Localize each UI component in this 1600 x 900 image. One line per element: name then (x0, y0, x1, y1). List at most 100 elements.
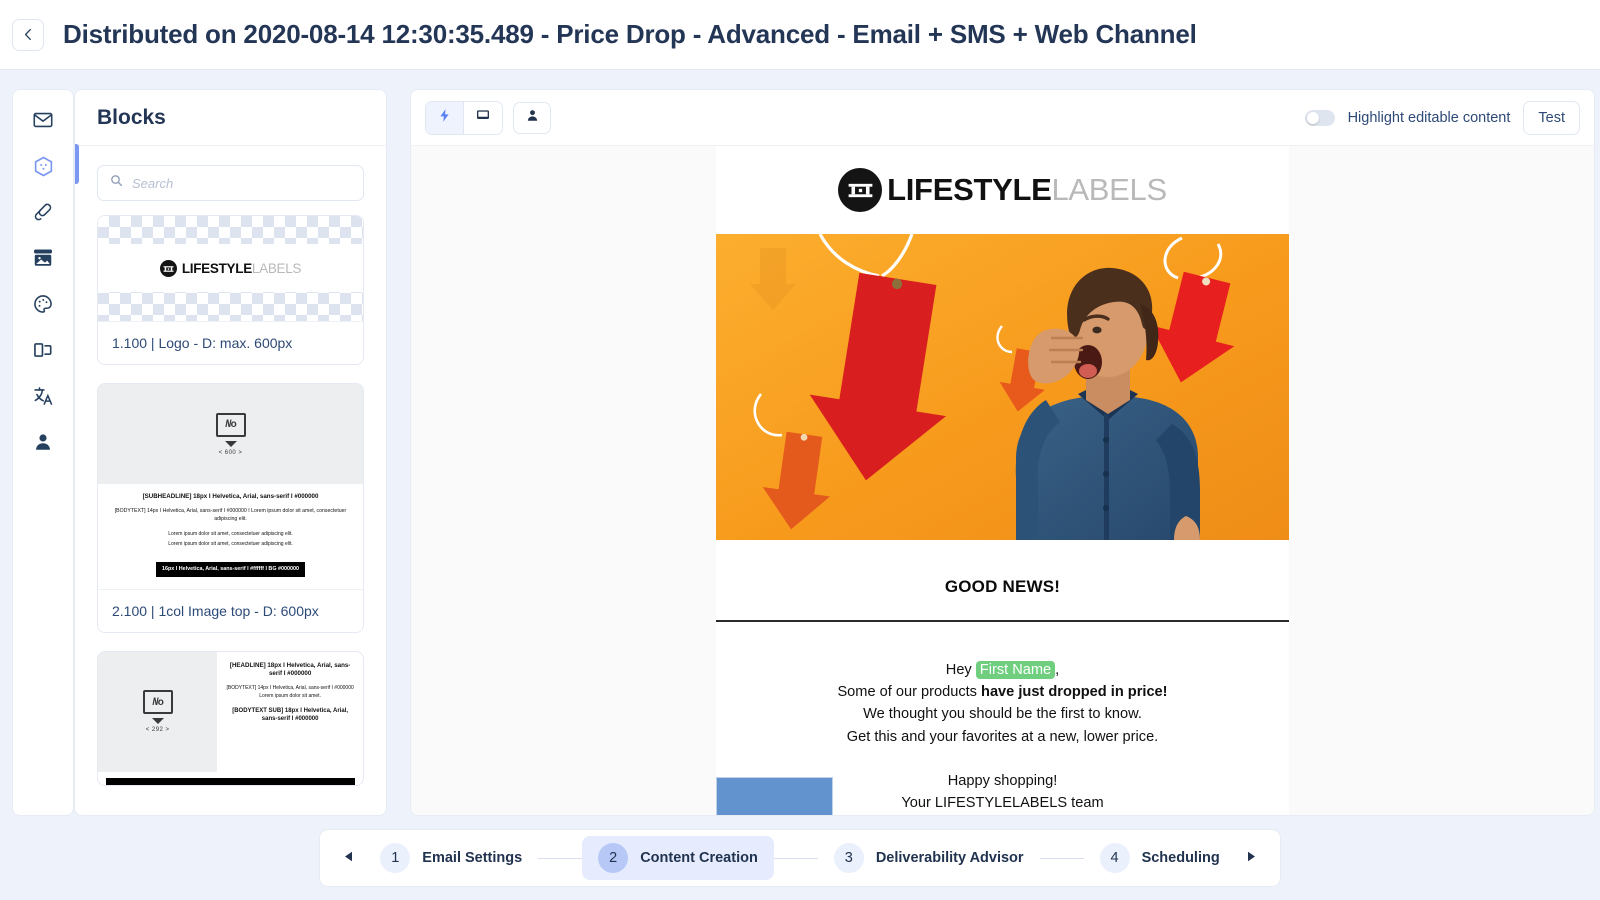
step-number: 2 (598, 843, 629, 873)
rail-item-styles[interactable] (21, 288, 65, 320)
block-card-1col-image-top[interactable]: /\/o < 600 > [SUBHEADLINE] 18px I Helvet… (97, 383, 364, 633)
stepper-prev-button[interactable] (334, 849, 364, 867)
email-line-3: We thought you should be the first to kn… (863, 706, 1142, 723)
test-button[interactable]: Test (1523, 100, 1580, 135)
step-deliverability-advisor[interactable]: 3 Deliverability Advisor (818, 836, 1040, 880)
page-title: Distributed on 2020-08-14 12:30:35.489 -… (63, 19, 1197, 49)
block-preview-logo: LIFESTYLELABELS (98, 216, 363, 321)
email-headline: GOOD NEWS! (944, 577, 1061, 596)
step-separator (538, 857, 583, 859)
block-text-area: [SUBHEADLINE] 18px I Helvetica, Arial, s… (98, 484, 363, 589)
personalization-token[interactable]: First Name (975, 661, 1056, 679)
step-separator (773, 857, 818, 859)
blocks-hexagon-icon (32, 155, 55, 178)
chevron-left-icon (22, 28, 35, 41)
logo-wordmark-small: LIFESTYLELABELS (181, 261, 302, 276)
wizard-stepper: 1 Email Settings 2 Content Creation 3 De… (319, 829, 1281, 887)
image-placeholder-icon: /\/o (215, 412, 246, 437)
greeting-prefix: Hey (945, 662, 976, 678)
block-card-logo[interactable]: LIFESTYLELABELS 1.100 | Logo - D: max. 6… (97, 215, 364, 365)
blocks-list[interactable]: LIFESTYLELABELS 1.100 | Logo - D: max. 6… (75, 201, 386, 815)
blocks-search-box[interactable] (97, 165, 364, 201)
desktop-icon (475, 107, 491, 128)
wizard-stepper-bar: 1 Email Settings 2 Content Creation 3 De… (0, 816, 1600, 900)
rail-item-images[interactable] (21, 242, 65, 274)
triangle-right-icon (1246, 849, 1256, 867)
hero-illustration-icon (716, 234, 1289, 540)
search-icon (110, 174, 123, 192)
block-text-area-2: [HEADLINE] 18px I Helvetica, Arial, sans… (217, 652, 363, 772)
logo-mark-icon (838, 168, 883, 212)
image-placeholder-area: /\/o < 600 > (98, 384, 363, 484)
email-document: LIFESTYLELABELS GOOD NEWS! Hey First Nam… (716, 146, 1289, 815)
rail-item-translation[interactable] (21, 380, 65, 412)
rail-item-layers[interactable] (21, 334, 65, 366)
logo-mark-icon (159, 260, 177, 277)
title-bar: Distributed on 2020-08-14 12:30:35.489 -… (0, 0, 1600, 70)
logo-light-part: LABELS (1051, 172, 1167, 207)
step-content-creation[interactable]: 2 Content Creation (582, 836, 774, 880)
rail-item-personalization[interactable] (21, 426, 65, 458)
step-number: 4 (1099, 843, 1130, 873)
app-root: Distributed on 2020-08-14 12:30:35.489 -… (0, 0, 1600, 900)
step-label: Content Creation (640, 850, 758, 866)
placeholder-glyph-2: /\/o (152, 696, 163, 708)
translate-icon (32, 385, 54, 407)
email-paragraph-gap (716, 748, 1289, 770)
editor-toolbar: Highlight editable content Test (411, 90, 1594, 146)
email-next-block-placeholder[interactable] (716, 777, 833, 815)
block-label-logo: 1.100 | Logo - D: max. 600px (98, 321, 363, 364)
layers-icon (32, 339, 54, 361)
step-number: 3 (833, 843, 864, 873)
placeholder-stand-icon-2 (151, 718, 164, 725)
body-wrapper: Blocks Search LIFESTYLELABELS 1.100 | Lo… (0, 70, 1600, 900)
image-library-icon (32, 247, 54, 269)
placeholder-glyph: /\/o (225, 419, 236, 430)
rail-item-links[interactable] (21, 196, 65, 228)
blocks-panel-header: Blocks (75, 90, 386, 146)
placeholder-width-caption-2: < 292 > (145, 727, 170, 734)
desktop-preview-button[interactable] (464, 101, 502, 134)
back-button[interactable] (12, 18, 44, 51)
recipient-preview-button[interactable] (513, 101, 551, 134)
preview-mode-group (425, 100, 503, 135)
image-placeholder-area-2: /\/o < 292 > (98, 651, 218, 772)
email-line-2: Some of our products have just dropped i… (716, 681, 1289, 703)
block-bodytext: [BODYTEXT] 14px I Helvetica, Arial, sans… (114, 508, 347, 522)
block-bodytext-2: [BODYTEXT] 14px I Helvetica, Arial, sans… (226, 685, 354, 699)
blocks-panel: Blocks Search LIFESTYLELABELS 1.100 | Lo… (74, 89, 387, 816)
rail-item-email[interactable] (21, 104, 65, 136)
step-email-settings[interactable]: 1 Email Settings (364, 836, 538, 880)
email-logo-wordmark: LIFESTYLELABELS (887, 172, 1167, 208)
mail-icon (32, 109, 54, 131)
icon-rail (12, 89, 74, 816)
step-scheduling[interactable]: 4 Scheduling (1084, 836, 1236, 880)
block-cta-bar-preview (106, 777, 355, 785)
step-number: 1 (380, 843, 411, 873)
editor-panel: Highlight editable content Test LIFESTYL… (410, 89, 1595, 816)
email-logo-lockup: LIFESTYLELABELS (838, 168, 1167, 212)
logo-bold-part: LIFESTYLE (887, 172, 1052, 207)
link-icon (32, 201, 54, 223)
block-card-image-left[interactable]: /\/o < 292 > [HEADLINE] 18px I Helvetica… (97, 650, 364, 786)
palette-icon (32, 293, 54, 315)
stepper-next-button[interactable] (1236, 849, 1266, 867)
email-logo-row: LIFESTYLELABELS (716, 146, 1289, 234)
block-lorem-line-1: Lorem ipsum dolor sit amet, consectetuer… (168, 531, 293, 538)
logo-bold-part: LIFESTYLE (181, 261, 252, 276)
greeting-suffix: , (1055, 662, 1060, 678)
blocks-search-wrapper (75, 146, 386, 201)
person-icon (525, 108, 540, 128)
email-greeting-line: Hey First Name, (716, 659, 1289, 681)
search-input[interactable] (132, 175, 351, 191)
line2-bold: have just dropped in price! (981, 684, 1168, 701)
highlight-editable-label: Highlight editable content (1347, 109, 1511, 126)
step-label: Deliverability Advisor (875, 850, 1024, 866)
highlight-editable-toggle[interactable] (1304, 109, 1335, 126)
email-canvas[interactable]: LIFESTYLELABELS GOOD NEWS! Hey First Nam… (411, 146, 1594, 815)
interactive-mode-button[interactable] (426, 101, 464, 134)
rail-item-blocks[interactable] (21, 150, 65, 182)
blocks-panel-title: Blocks (97, 105, 166, 129)
triangle-left-icon (344, 849, 354, 867)
placeholder-width-caption: < 600 > (218, 449, 243, 456)
